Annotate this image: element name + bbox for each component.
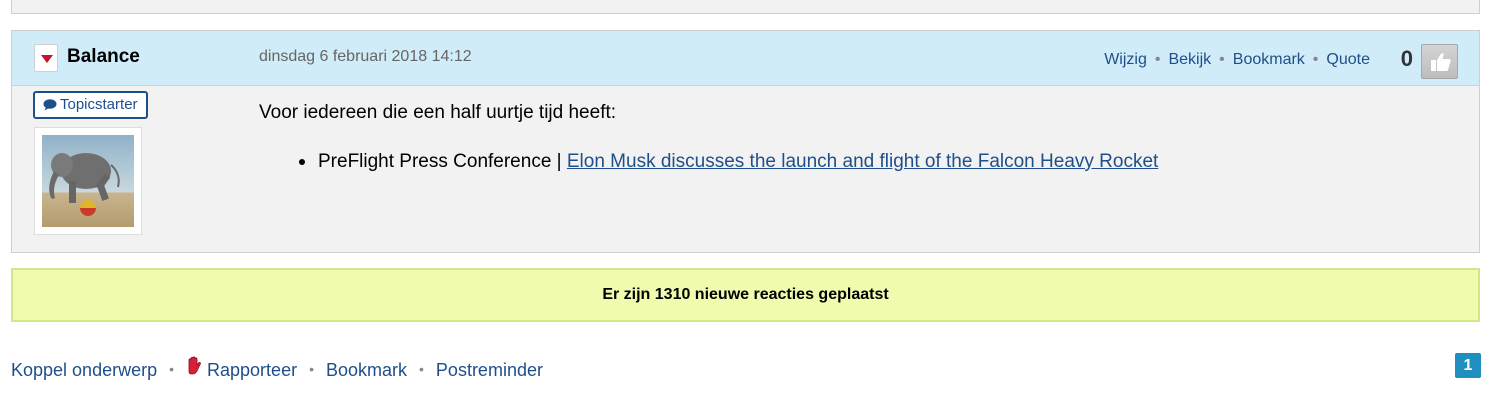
post-score: 0 <box>1400 46 1413 71</box>
separator-dot: • <box>1312 51 1319 68</box>
separator-dot: • <box>309 361 314 377</box>
separator-dot: • <box>1154 51 1161 68</box>
edit-link[interactable]: Wijzig <box>1104 51 1147 68</box>
separator-dot: • <box>1219 51 1225 68</box>
post-actions: Wijzig • Bekijk • Bookmark • Quote <box>1104 51 1370 69</box>
triangle-down-icon[interactable] <box>34 44 58 72</box>
postreminder-link[interactable]: Postreminder <box>436 360 543 380</box>
elephant-avatar-image <box>42 135 134 227</box>
avatar[interactable] <box>34 127 142 235</box>
like-button[interactable] <box>1421 44 1458 79</box>
thumbs-up-icon <box>1431 53 1451 71</box>
post-date: dinsdag 6 februari 2018 14:12 <box>259 48 472 65</box>
topicstarter-badge: Topicstarter <box>33 91 148 119</box>
speech-bubble-icon <box>43 99 57 111</box>
separator-dot: • <box>419 361 424 377</box>
list-item: PreFlight Press Conference | Elon Musk d… <box>299 151 1158 173</box>
list-bullet <box>299 158 305 165</box>
list-item-prefix: PreFlight Press Conference | <box>318 151 567 172</box>
new-replies-notice[interactable]: Er zijn 1310 nieuwe reacties geplaatst <box>11 268 1480 322</box>
previous-post-bottom <box>11 0 1480 14</box>
view-link[interactable]: Bekijk <box>1168 51 1211 68</box>
post-body-intro: Voor iedereen die een half uurtje tijd h… <box>259 102 617 123</box>
bookmark-link[interactable]: Bookmark <box>1233 51 1305 68</box>
post-header: Balance dinsdag 6 februari 2018 14:12 Wi… <box>12 31 1479 86</box>
footer-actions: Koppel onderwerp • Rapporteer • Bookmark • Pos… <box>11 356 543 381</box>
video-link[interactable]: Elon Musk discusses the launch and fligh… <box>567 151 1158 172</box>
forum-post: Balance dinsdag 6 februari 2018 14:12 Wi… <box>11 30 1480 253</box>
post-username[interactable]: Balance <box>67 46 140 68</box>
report-link[interactable]: Rapporteer <box>186 356 298 380</box>
link-topic-link[interactable]: Koppel onderwerp <box>11 360 157 380</box>
quote-link[interactable]: Quote <box>1326 51 1370 68</box>
pagination-page-1[interactable]: 1 <box>1455 353 1481 378</box>
badge-label: Topicstarter <box>60 96 138 113</box>
hand-icon <box>188 356 201 375</box>
bookmark-topic-link[interactable]: Bookmark <box>326 360 407 380</box>
report-label: Rapporteer <box>207 360 298 380</box>
separator-dot: • <box>169 361 175 377</box>
